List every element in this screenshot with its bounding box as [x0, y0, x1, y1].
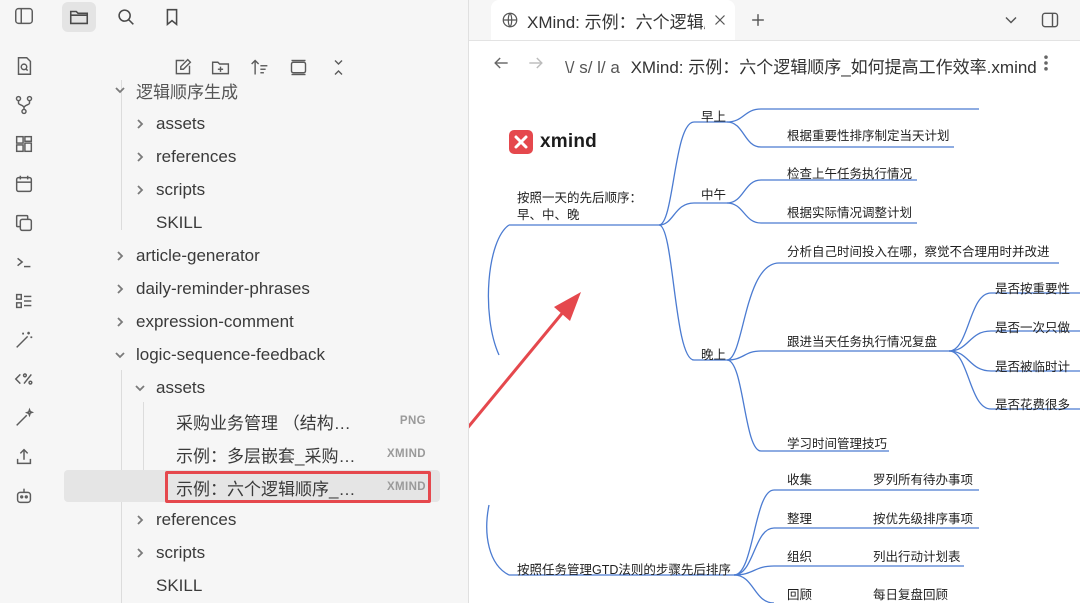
tree-folder[interactable]: 逻辑顺序生成: [112, 80, 238, 103]
mm-gtd-step[interactable]: 整理: [787, 508, 812, 527]
back-arrow-icon[interactable]: [489, 51, 513, 75]
sidebar-toggle-icon[interactable]: [10, 2, 38, 30]
globe-icon: [502, 12, 518, 28]
mm-morning[interactable]: 早上: [701, 106, 726, 125]
canvas-icon[interactable]: [10, 130, 38, 158]
file-type-badge: XMIND: [386, 448, 426, 460]
chevron-right-icon: [112, 314, 128, 330]
mm-evening-3[interactable]: 学习时间管理技巧: [787, 433, 887, 452]
auto-reveal-icon[interactable]: [284, 54, 312, 80]
new-tab-icon[interactable]: [744, 6, 772, 34]
tree-folder-daily-reminder[interactable]: daily-reminder-phrases: [112, 273, 310, 305]
list-icon[interactable]: [10, 287, 38, 315]
chevron-right-icon: [112, 248, 128, 264]
tree-folder-article-generator[interactable]: article-generator: [112, 240, 260, 272]
bot-icon[interactable]: [10, 482, 38, 510]
tab-bar: XMind: 示例：六个逻辑顺序_如何提高工作效率: [469, 0, 1080, 41]
mm-branch-gtd[interactable]: 按照任务管理GTD法则的步骤先后排序: [517, 559, 731, 578]
upload-icon[interactable]: [10, 443, 38, 471]
chevron-right-icon: [132, 149, 148, 165]
close-icon[interactable]: [711, 11, 729, 29]
chevron-down-icon: [112, 347, 128, 363]
folder-icon[interactable]: [62, 2, 96, 32]
new-folder-icon[interactable]: [206, 54, 234, 80]
mm-evening-2c[interactable]: 是否被临时计: [995, 356, 1070, 375]
mm-gtd-detail[interactable]: 罗列所有待办事项: [873, 469, 973, 488]
tree-file-xmind[interactable]: 示例：多层嵌套_采购中心... XMIND: [176, 438, 426, 470]
magic-wand-icon[interactable]: [10, 326, 38, 354]
mm-gtd-step[interactable]: 回顾: [787, 584, 812, 603]
tree-folder-assets[interactable]: assets: [132, 108, 205, 140]
bookmark-icon[interactable]: [155, 2, 189, 32]
mm-gtd-step[interactable]: 收集: [787, 469, 812, 488]
terminal-icon[interactable]: [10, 248, 38, 276]
mm-gtd-detail[interactable]: 列出行动计划表: [873, 546, 961, 565]
tree-folder-expression-comment[interactable]: expression-comment: [112, 306, 294, 338]
mm-gtd-step[interactable]: 组织: [787, 546, 812, 565]
file-tree: 逻辑顺序生成 assets references scripts SKILL a…: [48, 80, 468, 603]
xmind-logo-icon: [509, 130, 533, 154]
tree-file-skill[interactable]: SKILL: [156, 207, 202, 239]
chevron-right-icon: [132, 512, 148, 528]
tree-folder-references[interactable]: references: [132, 141, 236, 173]
mindmap-canvas[interactable]: xmind 按照一天的先后顺序： 早、中、晚 早上 根据重要性排序制定当天计划 …: [469, 85, 1080, 603]
file-title: XMind: 示例：六个逻辑顺序_如何提高工作效率.xmind: [630, 58, 1037, 77]
mindmap-lines: [469, 108, 1080, 603]
search-file-icon[interactable]: [10, 52, 38, 80]
copy-icon[interactable]: [10, 209, 38, 237]
chevron-down-icon[interactable]: [997, 6, 1025, 34]
tree-folder-assets-open[interactable]: assets: [132, 372, 205, 404]
sidebar-top-tabs: [48, 0, 468, 40]
mm-noon-2[interactable]: 根据实际情况调整计划: [787, 202, 912, 221]
chevron-right-icon: [132, 116, 148, 132]
file-type-badge: PNG: [399, 415, 426, 427]
xmind-logo: xmind: [509, 130, 597, 154]
mm-evening-2[interactable]: 跟进当天任务执行情况复盘: [787, 331, 937, 350]
chevron-right-icon: [132, 182, 148, 198]
mm-evening[interactable]: 晚上: [701, 344, 726, 363]
mm-evening-2a[interactable]: 是否按重要性: [995, 278, 1070, 297]
more-options-icon[interactable]: [1034, 51, 1058, 75]
mm-noon[interactable]: 中午: [701, 184, 726, 203]
percent-code-icon[interactable]: [10, 365, 38, 393]
forward-arrow-icon[interactable]: [524, 51, 548, 75]
mm-branch-day-line2[interactable]: 早、中、晚: [517, 204, 580, 223]
breadcrumb: \/ s/ l/ a XMind: 示例：六个逻辑顺序_如何提高工作效率.xmi…: [565, 58, 1037, 77]
sparkle-wand-icon[interactable]: [10, 404, 38, 432]
view-header: \/ s/ l/ a XMind: 示例：六个逻辑顺序_如何提高工作效率.xmi…: [469, 41, 1080, 85]
new-note-icon[interactable]: [168, 54, 196, 80]
tree-folder-scripts[interactable]: scripts: [132, 174, 205, 206]
mm-morning-1[interactable]: 根据重要性排序制定当天计划: [787, 125, 950, 144]
collapse-all-icon[interactable]: [324, 54, 352, 80]
mm-evening-2b[interactable]: 是否一次只做: [995, 317, 1070, 336]
tree-file-skill-2[interactable]: SKILL: [156, 570, 202, 602]
tree-folder-logic-sequence[interactable]: logic-sequence-feedback: [112, 339, 325, 371]
calendar-icon[interactable]: [10, 170, 38, 198]
sort-icon[interactable]: [245, 54, 273, 80]
mm-noon-1[interactable]: 检查上午任务执行情况: [787, 163, 912, 182]
chevron-right-icon: [112, 281, 128, 297]
chevron-down-icon: [112, 82, 128, 98]
tree-folder-scripts-2[interactable]: scripts: [132, 537, 205, 569]
chevron-down-icon: [132, 380, 148, 396]
mm-gtd-detail[interactable]: 按优先级排序事项: [873, 508, 973, 527]
search-icon[interactable]: [109, 2, 143, 32]
tree-file-png[interactable]: 采购业务管理 （结构顺序：... PNG: [176, 405, 426, 437]
mm-evening-2d[interactable]: 是否花费很多: [995, 394, 1070, 413]
mm-evening-1[interactable]: 分析自己时间投入在哪，察觉不合理用时并改进: [787, 241, 1050, 260]
mm-gtd-detail[interactable]: 每日复盘回顾: [873, 584, 948, 603]
chevron-right-icon: [132, 545, 148, 561]
graph-view-icon[interactable]: [10, 91, 38, 119]
highlight-box: [165, 471, 431, 503]
annotation-arrow: [469, 292, 581, 429]
tab-xmind[interactable]: XMind: 示例：六个逻辑顺序_如何提高工作效率: [491, 0, 735, 40]
right-sidebar-toggle-icon[interactable]: [1036, 6, 1064, 34]
tree-folder-references-2[interactable]: references: [132, 504, 236, 536]
left-ribbon: [0, 0, 49, 603]
file-explorer: 逻辑顺序生成 assets references scripts SKILL a…: [48, 0, 469, 603]
